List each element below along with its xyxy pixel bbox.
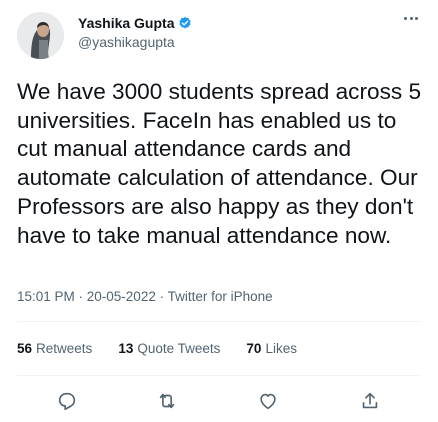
divider (17, 375, 421, 376)
tweet-stats: 56 Retweets 13 Quote Tweets 70 Likes (17, 341, 323, 356)
quote-tweets-stat[interactable]: 13 Quote Tweets (118, 341, 220, 356)
retweets-stat[interactable]: 56 Retweets (17, 341, 92, 356)
user-avatar-icon (17, 12, 64, 59)
retweet-icon[interactable] (156, 390, 178, 412)
tweet-author: Yashika Gupta @yashikagupta (78, 14, 192, 50)
verified-badge-icon (179, 16, 192, 29)
divider (17, 321, 421, 322)
like-icon[interactable] (257, 390, 279, 412)
more-options-icon[interactable] (404, 14, 418, 22)
tweet-timestamp[interactable]: 15:01 PM · 20-05-2022 · Twitter for iPho… (17, 289, 273, 304)
share-icon[interactable] (359, 390, 381, 412)
reply-icon[interactable] (56, 390, 78, 412)
tweet-actions (0, 390, 438, 414)
author-name[interactable]: Yashika Gupta (78, 15, 174, 31)
tweet-text: We have 3000 students spread across 5 un… (17, 79, 422, 248)
avatar[interactable] (17, 12, 64, 59)
author-handle[interactable]: @yashikagupta (78, 34, 192, 50)
likes-stat[interactable]: 70 Likes (246, 341, 297, 356)
